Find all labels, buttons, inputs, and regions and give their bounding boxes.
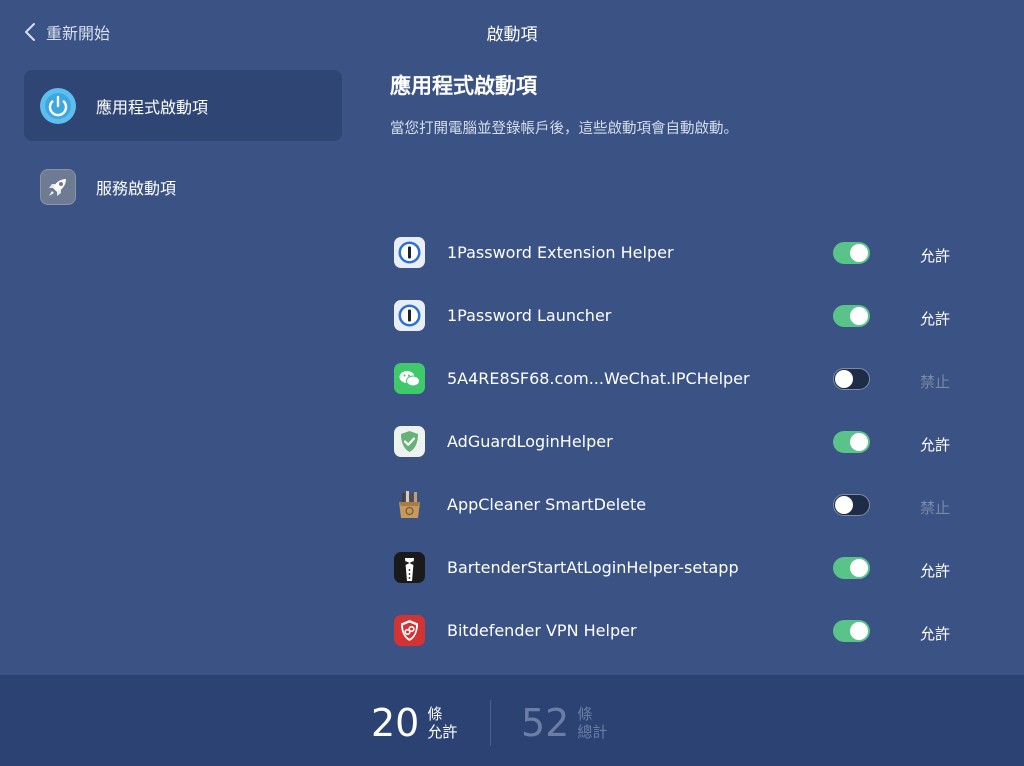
list-item: 1Password Extension Helper 允許 — [390, 222, 990, 285]
toggle-switch[interactable] — [833, 242, 870, 264]
app-name: 1Password Extension Helper — [447, 243, 674, 262]
summary-footer: 20 條 允許 52 條 總計 — [0, 675, 1024, 766]
sidebar-item-service-startup[interactable]: 服務啟動項 — [24, 151, 342, 222]
appcleaner-box-icon — [394, 489, 425, 520]
status-label: 允許 — [920, 625, 951, 643]
bartender-tuxedo-icon — [394, 552, 425, 583]
allowed-count: 20 — [371, 701, 420, 745]
allowed-count-stat: 20 條 允許 — [371, 703, 457, 743]
allowed-unit: 條 允許 — [427, 705, 457, 741]
toggle-switch[interactable] — [833, 368, 870, 390]
power-icon — [40, 87, 76, 124]
startup-items-list: 1Password Extension Helper 允許 1Password … — [390, 222, 990, 663]
section-subtitle: 當您打開電腦並登錄帳戶後，這些啟動項會自動啟動。 — [390, 121, 738, 137]
app-name: BartenderStartAtLoginHelper-setapp — [447, 558, 739, 577]
toggle-knob — [835, 496, 853, 514]
status-label: 禁止 — [920, 373, 951, 391]
list-item: AppCleaner SmartDelete 禁止 — [390, 474, 990, 537]
app-name: 5A4RE8SF68.com...WeChat.IPCHelper — [447, 369, 750, 388]
status-label: 允許 — [920, 310, 951, 328]
status-label: 禁止 — [920, 499, 951, 517]
window-title: 啟動項 — [486, 25, 538, 45]
top-bar: 重新開始 啟動項 — [0, 0, 1024, 64]
toggle-switch[interactable] — [833, 620, 870, 642]
1password-icon — [394, 300, 425, 331]
wechat-icon — [394, 363, 425, 394]
list-item: BartenderStartAtLoginHelper-setapp 允許 — [390, 537, 990, 600]
adguard-shield-icon — [394, 426, 425, 457]
toggle-switch[interactable] — [833, 557, 870, 579]
total-unit-top: 條 — [577, 705, 593, 723]
list-item: 5A4RE8SF68.com...WeChat.IPCHelper 禁止 — [390, 348, 990, 411]
allowed-unit-top: 條 — [427, 705, 443, 723]
toggle-switch[interactable] — [833, 494, 870, 516]
list-item: 1Password Launcher 允許 — [390, 285, 990, 348]
sidebar-item-label: 應用程式啟動項 — [96, 97, 209, 117]
app-name: Bitdefender VPN Helper — [447, 621, 637, 640]
toggle-knob — [850, 244, 868, 262]
toggle-switch[interactable] — [833, 305, 870, 327]
app-name: AdGuardLoginHelper — [447, 432, 613, 451]
total-count: 52 — [521, 701, 570, 745]
toggle-knob — [850, 622, 868, 640]
toggle-knob — [835, 370, 853, 388]
sidebar: 應用程式啟動項 服務啟動項 — [24, 70, 342, 232]
sidebar-item-app-startup[interactable]: 應用程式啟動項 — [24, 70, 342, 141]
status-label: 允許 — [920, 247, 951, 265]
bitdefender-shield-icon — [394, 615, 425, 646]
toggle-knob — [850, 559, 868, 577]
section-title: 應用程式啟動項 — [390, 74, 537, 98]
status-label: 允許 — [920, 562, 951, 580]
toggle-knob — [850, 307, 868, 325]
total-count-stat: 52 條 總計 — [521, 703, 607, 743]
rocket-icon — [40, 168, 76, 205]
footer-divider — [490, 700, 491, 746]
total-unit: 條 總計 — [577, 705, 607, 741]
total-unit-bottom: 總計 — [577, 723, 608, 741]
list-item: Bitdefender VPN Helper 允許 — [390, 600, 990, 663]
status-label: 允許 — [920, 436, 951, 454]
toggle-knob — [850, 433, 868, 451]
toggle-switch[interactable] — [833, 431, 870, 453]
app-name: 1Password Launcher — [447, 306, 612, 325]
app-name: AppCleaner SmartDelete — [447, 495, 647, 514]
1password-icon — [394, 237, 425, 268]
sidebar-item-label: 服務啟動項 — [96, 178, 177, 198]
list-item: AdGuardLoginHelper 允許 — [390, 411, 990, 474]
allowed-unit-bottom: 允許 — [427, 723, 458, 741]
